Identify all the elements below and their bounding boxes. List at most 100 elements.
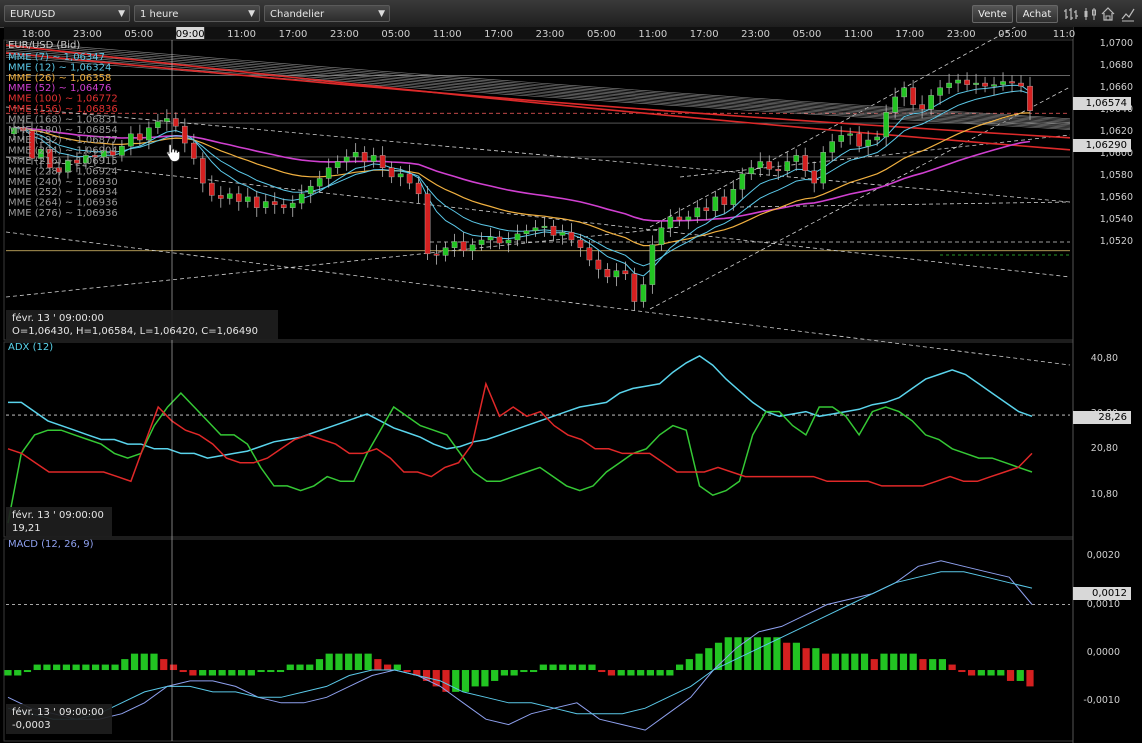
macd-histogram-bar xyxy=(228,670,236,676)
macd-histogram-bar xyxy=(890,653,898,671)
macd-histogram-bar xyxy=(267,670,275,673)
macd-histogram-bar xyxy=(987,670,995,676)
timeframe-select[interactable]: 1 heure ▼ xyxy=(134,5,260,22)
price-axis-tick: 1,0700 xyxy=(1100,38,1133,49)
macd-histogram-bar xyxy=(335,653,343,671)
time-axis-tick: 05:00 xyxy=(587,29,616,40)
price-axis-tick: 1,0680 xyxy=(1100,60,1133,71)
candle-up xyxy=(289,202,296,208)
macd-histogram-bar xyxy=(656,670,664,676)
candle-down xyxy=(173,118,179,127)
macd-histogram-bar xyxy=(121,659,129,671)
candlestick-chart-icon[interactable] xyxy=(1082,6,1098,22)
macd-histogram-bar xyxy=(520,670,528,673)
time-axis-tick: 11:00 xyxy=(638,29,667,40)
candle-up xyxy=(146,127,152,141)
price-axis-tick: 1,0540 xyxy=(1100,214,1133,225)
macd-histogram-bar xyxy=(189,670,197,676)
macd-histogram-bar xyxy=(111,664,119,671)
macd-histogram-bar xyxy=(500,670,508,676)
macd-info-value: -0,0003 xyxy=(12,720,51,731)
macd-histogram-bar xyxy=(130,653,139,671)
chart-area[interactable]: 18:00 23:00 05:00 09:00 11:00 17:00 23:00 05:00… xyxy=(0,27,1142,743)
legend-item: MME (264) ~ 1,06936 xyxy=(8,198,118,209)
macd-histogram-bar xyxy=(646,670,654,676)
time-axis-tick: 18:00 xyxy=(22,29,51,40)
macd-histogram-bar xyxy=(14,670,22,676)
macd-histogram-bar xyxy=(491,670,499,681)
price-axis-tick: 1,0580 xyxy=(1100,170,1133,181)
macd-histogram-bar xyxy=(4,670,12,676)
bar-chart-icon[interactable] xyxy=(1063,6,1079,22)
time-axis-tick: 11:00 xyxy=(844,29,873,40)
macd-histogram-bar xyxy=(695,653,703,671)
legend-item: MME (228) ~ 1,06924 xyxy=(8,166,118,177)
macd-histogram-bar xyxy=(802,648,810,671)
macd-histogram-bar xyxy=(607,670,616,676)
candle-down xyxy=(271,201,278,205)
adx-title: ADX (12) xyxy=(8,342,53,353)
candle-down xyxy=(137,133,143,141)
time-axis-tick: 17:00 xyxy=(484,29,513,40)
candle-up xyxy=(451,241,458,248)
macd-histogram-bar xyxy=(783,642,791,671)
house-chart-icon[interactable] xyxy=(1100,6,1116,22)
macd-histogram-bar xyxy=(179,670,187,673)
adx-info-value: 19,21 xyxy=(12,523,41,534)
candle-down xyxy=(253,196,260,208)
macd-histogram-bar xyxy=(617,670,625,676)
candle-down xyxy=(604,269,611,278)
macd-title: MACD (12, 26, 9) xyxy=(8,539,94,550)
candle-up xyxy=(685,216,692,221)
time-axis: 18:00 23:00 05:00 09:00 11:00 17:00 23:00 05:00… xyxy=(4,27,1075,40)
legend-item: MME (12) ~ 1,06324 xyxy=(8,62,111,73)
macd-histogram-bar xyxy=(880,653,888,671)
time-axis-tick: 11:00 xyxy=(433,29,462,40)
candle-up xyxy=(442,247,449,256)
macd-histogram-bar xyxy=(101,664,109,671)
macd-histogram-bar xyxy=(374,659,382,671)
time-axis-tick: 05:00 xyxy=(124,29,153,40)
macd-histogram-bar xyxy=(578,664,586,671)
symbol-select[interactable]: EUR/USD ▼ xyxy=(4,5,130,22)
candle-up xyxy=(640,284,647,302)
macd-histogram-bar xyxy=(276,670,285,673)
price-info-box: févr. 13 ' 09:00:00 O=1,06430, H=1,06584… xyxy=(6,310,278,340)
macd-histogram-bar xyxy=(539,664,547,671)
macd-histogram-bar xyxy=(977,670,985,676)
candle-up xyxy=(955,79,961,84)
panel-adx xyxy=(3,341,1074,538)
indicator-chart-icon[interactable] xyxy=(1120,6,1136,22)
time-axis-tick-highlight: 09:00 xyxy=(176,29,205,40)
macd-histogram-bar xyxy=(705,648,713,671)
candle-down xyxy=(496,236,503,244)
candle-up xyxy=(658,227,665,245)
legend-item: MME (168) ~ 1,06831 xyxy=(8,114,118,125)
macd-histogram-bar xyxy=(753,637,762,671)
price-label-level: 1,06290 xyxy=(1073,139,1131,152)
legend-item: MME (252) ~ 1,06934 xyxy=(8,187,118,198)
candle-up xyxy=(244,196,251,202)
macd-histogram-bar xyxy=(568,664,577,671)
buy-button[interactable]: Achat xyxy=(1016,5,1058,23)
macd-level-label: 0,0012 xyxy=(1073,587,1131,600)
candle-up xyxy=(838,135,844,142)
legend-item: MME (52) ~ 1,06476 xyxy=(8,83,111,94)
macd-histogram-bar xyxy=(354,653,362,671)
candle-up xyxy=(478,239,485,245)
candle-up xyxy=(532,227,539,231)
macd-info-box: févr. 13 ' 09:00:00 -0,0003 xyxy=(6,704,112,734)
macd-histogram-bar xyxy=(841,653,849,671)
candle-up xyxy=(883,112,889,138)
candle-down xyxy=(982,82,988,87)
price-axis-tick: 1,0560 xyxy=(1100,192,1133,203)
toolbar: EUR/USD ▼ 1 heure ▼ Chandelier ▼ Vente A… xyxy=(0,0,1142,28)
candle-up xyxy=(991,84,997,87)
legend-item: MME (240) ~ 1,06930 xyxy=(8,177,118,188)
legend-item: MME (180) ~ 1,06854 xyxy=(8,125,118,136)
macd-histogram-bar xyxy=(471,670,479,687)
candle-up xyxy=(928,95,934,110)
sell-button[interactable]: Vente xyxy=(972,5,1013,23)
macd-histogram-bar xyxy=(53,664,61,671)
chart-type-select[interactable]: Chandelier ▼ xyxy=(264,5,390,22)
